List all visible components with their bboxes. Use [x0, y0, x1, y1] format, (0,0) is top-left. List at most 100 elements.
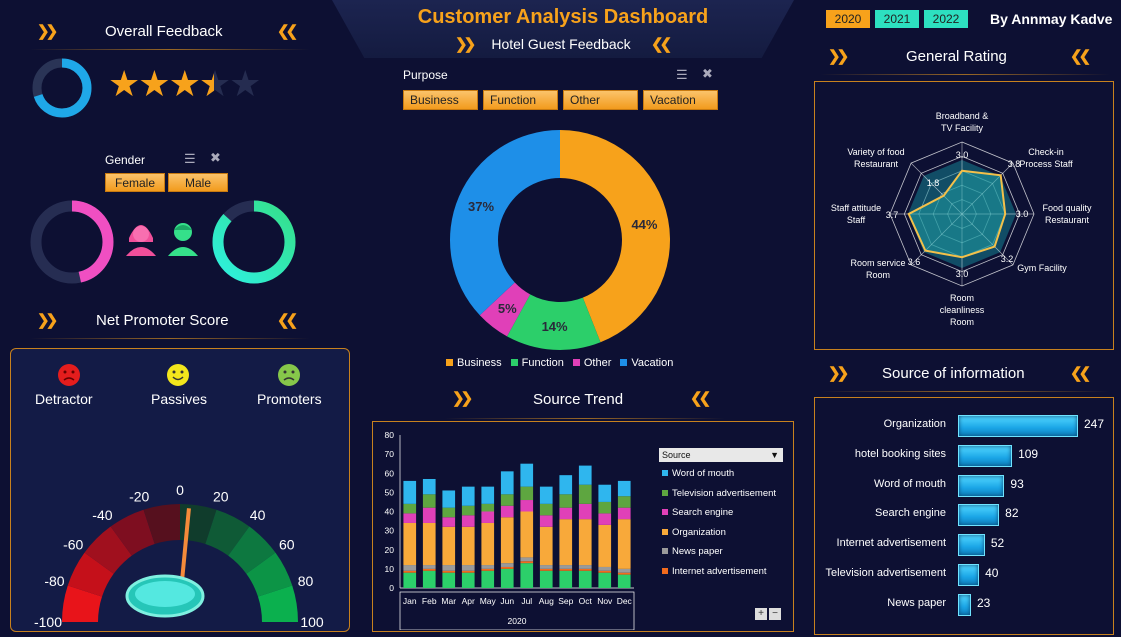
trend-bar-segment	[442, 572, 456, 588]
trend-bar-segment	[617, 572, 631, 575]
trend-bar-segment	[617, 480, 631, 497]
radar-value-label: 3.7	[886, 210, 899, 220]
female-user-icon	[126, 225, 156, 256]
nps-gauge: -100 -80 -60 -40 -20 0 20 40 60 80 100	[34, 482, 324, 630]
purpose-donut-chart: 44% 14% 5% 37%	[450, 130, 670, 350]
trend-bar-segment	[461, 570, 475, 573]
year-2021-button[interactable]: 2021	[875, 10, 919, 28]
x-tick-label: Jan	[403, 596, 417, 606]
trend-bar-segment	[539, 503, 553, 516]
general-rating-radar: Broadband & TV Facility Check-in Process St…	[831, 111, 1092, 327]
trend-bar-segment	[461, 572, 475, 588]
trend-bar-segment	[403, 513, 417, 523]
trend-bar-segment	[500, 517, 514, 564]
trend-legend-item: News paper	[662, 546, 776, 566]
trend-bar-segment	[559, 475, 573, 495]
chevron-left-icon: ❮❮	[690, 390, 711, 407]
legend-item-function: Function	[510, 357, 564, 369]
y-tick-label: 60	[385, 468, 395, 478]
trend-bar-segment	[598, 524, 612, 567]
trend-legend-item: Word of mouth	[662, 468, 776, 488]
gauge-tick-label: -60	[63, 536, 83, 552]
source-info-bar	[958, 415, 1078, 437]
purpose-function-button[interactable]: Function	[483, 90, 558, 110]
trend-bar-segment	[520, 463, 534, 487]
radar-value-label: 3.0	[956, 269, 969, 279]
trend-bar-segment	[539, 568, 553, 571]
gauge-tick-label: 100	[300, 614, 324, 630]
chevron-right-icon: ❯❯	[828, 365, 849, 382]
trend-bar-segment	[481, 486, 495, 504]
purpose-business-button[interactable]: Business	[403, 90, 478, 110]
donut-slice-vacation	[450, 130, 560, 316]
source-trend-title: Source Trend	[533, 391, 624, 408]
radar-axis-label: Check-in Process Staff	[1019, 147, 1073, 169]
radar-axis-label: Room cleanliness Room	[940, 293, 985, 327]
year-2020-button[interactable]: 2020	[826, 10, 870, 28]
promoters-label: Promoters	[257, 391, 322, 407]
trend-bar-segment	[598, 572, 612, 588]
trend-bar-segment	[539, 565, 553, 569]
radar-value-label: 3.6	[908, 257, 921, 267]
purpose-other-button[interactable]: Other	[563, 90, 638, 110]
trend-legend-item: Internet advertisement	[662, 566, 776, 586]
author-label: By Annmay Kadve	[990, 11, 1113, 27]
female-ring-chart	[30, 200, 114, 284]
trend-bar-segment	[578, 519, 592, 566]
gender-male-button[interactable]: Male	[168, 173, 228, 192]
trend-bar-segment	[422, 568, 436, 571]
gauge-tick-label: 0	[176, 482, 184, 498]
x-tick-label: Aug	[539, 596, 554, 606]
trend-bar-segment	[403, 572, 417, 588]
trend-bar-segment	[403, 480, 417, 504]
collapse-button[interactable]: −	[769, 608, 781, 620]
gauge-tick-label: 80	[298, 573, 314, 589]
trend-bar-segment	[500, 471, 514, 495]
trend-bar-segment	[422, 522, 436, 566]
trend-bar-segment	[461, 515, 475, 527]
filter-list-icon[interactable]: ☰	[184, 151, 196, 167]
clear-filter-icon[interactable]: ✖	[210, 150, 221, 166]
trend-bar-segment	[442, 526, 456, 566]
trend-bar-segment	[403, 565, 417, 571]
trend-bar-segment	[617, 568, 631, 573]
donut-data-label: 37%	[468, 199, 494, 214]
dashboard-subtitle: Hotel Guest Feedback	[491, 36, 631, 52]
trend-bar-segment	[481, 511, 495, 523]
purpose-vacation-button[interactable]: Vacation	[643, 90, 718, 110]
gauge-tick-label: -100	[34, 614, 62, 630]
source-dropdown-label: Source	[662, 450, 691, 460]
radar-value-label: 3.8	[1008, 159, 1021, 169]
trend-bar-segment	[461, 486, 475, 506]
chevron-right-icon: ❯❯	[37, 312, 58, 329]
y-tick-label: 40	[385, 507, 395, 517]
trend-bar-segment	[461, 526, 475, 566]
year-2022-button[interactable]: 2022	[924, 10, 968, 28]
gauge-tick-label: -80	[44, 573, 64, 589]
x-axis-label: 2020	[508, 616, 527, 626]
gauge-tick-label: 20	[213, 488, 229, 504]
x-tick-label: Nov	[597, 596, 613, 606]
trend-bar-segment	[422, 507, 436, 523]
filter-list-icon[interactable]: ☰	[676, 67, 688, 83]
chevron-left-icon: ❮❮	[1070, 365, 1091, 382]
source-info-value: 40	[985, 566, 999, 580]
expand-button[interactable]: +	[755, 608, 767, 620]
trend-bar-segment	[578, 568, 592, 571]
x-tick-label: Feb	[422, 596, 437, 606]
x-tick-label: Mar	[441, 596, 456, 606]
source-info-category-label: Word of mouth	[874, 477, 946, 490]
trend-bar-segment	[481, 565, 495, 569]
radar-axis-label: Food quality Restaurant	[1042, 203, 1092, 225]
trend-bar-segment	[442, 570, 456, 573]
clear-filter-icon[interactable]: ✖	[702, 66, 713, 82]
trend-bar-segment	[598, 513, 612, 525]
trend-bar-segment	[500, 505, 514, 518]
trend-bar-segment	[559, 568, 573, 571]
trend-bar-segment	[578, 503, 592, 520]
gender-female-button[interactable]: Female	[105, 173, 165, 192]
trend-bar-segment	[403, 522, 417, 566]
source-dropdown[interactable]: Source ▼	[659, 448, 783, 462]
source-info-value: 52	[990, 536, 1005, 551]
trend-bar-segment	[422, 494, 436, 508]
